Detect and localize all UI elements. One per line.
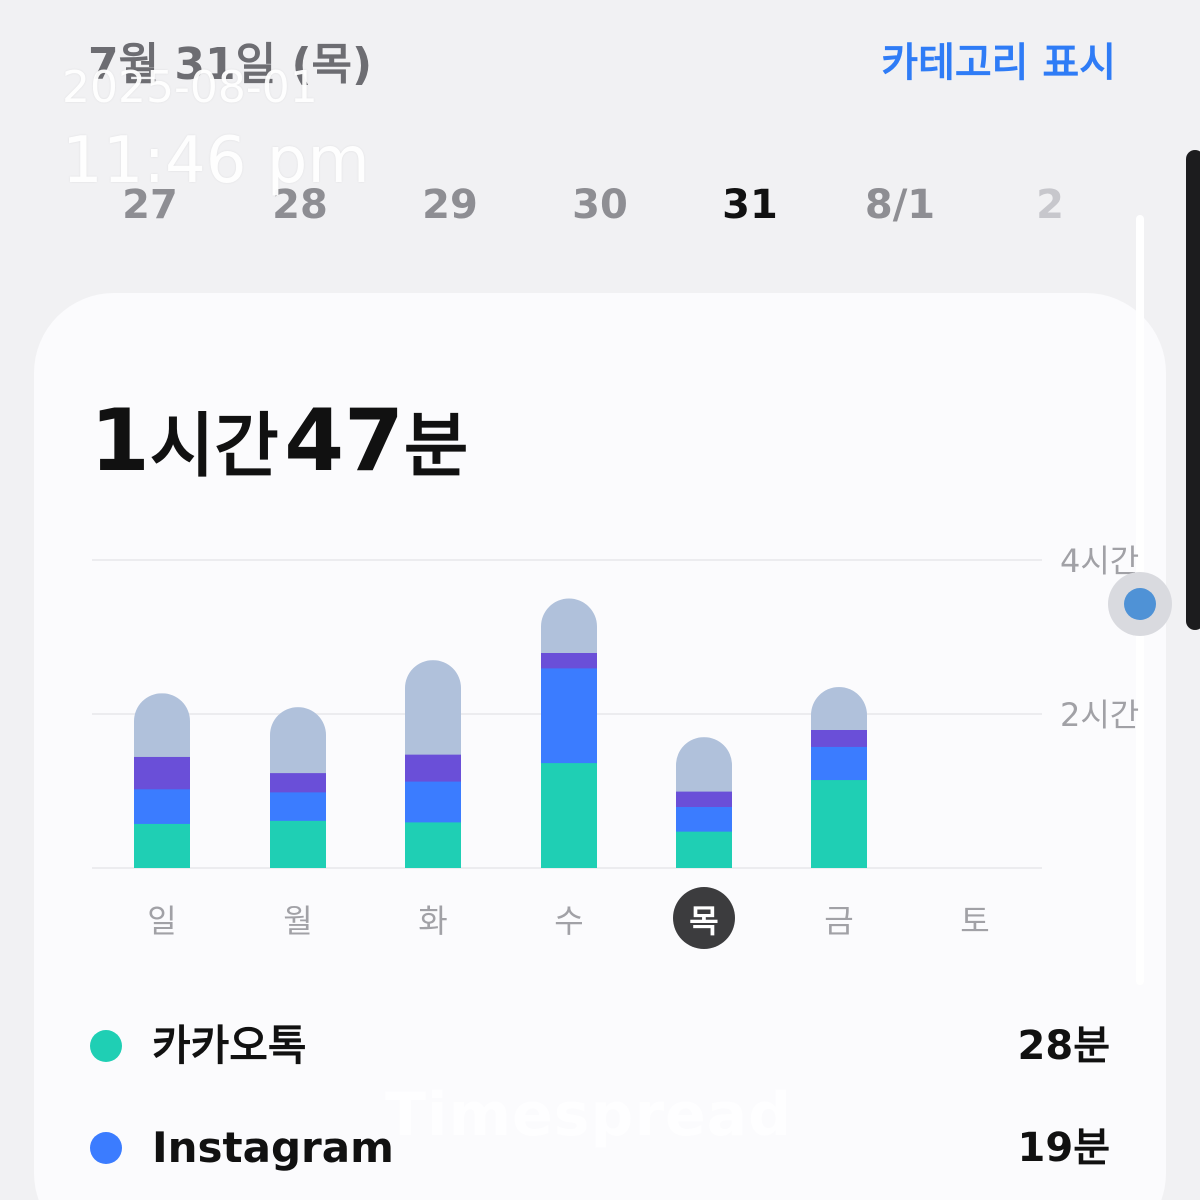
bar-segment — [134, 788, 190, 824]
bar-stack[interactable] — [811, 687, 867, 869]
bar-segment — [270, 791, 326, 821]
bar-segment — [270, 820, 326, 868]
bar-stack[interactable] — [270, 707, 326, 869]
bar-segment — [676, 737, 732, 792]
x-tick-label[interactable]: 일 — [147, 902, 176, 940]
bar-segment — [676, 806, 732, 832]
bar-segment — [405, 780, 461, 823]
bar-segment — [676, 831, 732, 868]
bar-stack[interactable] — [676, 737, 732, 869]
legend-item[interactable]: 카카오톡 28분 — [90, 1016, 1110, 1076]
bar-segment — [541, 762, 597, 868]
legend-app-time: 19분 — [1017, 1125, 1110, 1171]
instagram-color-dot — [90, 1132, 122, 1164]
bar-segment — [541, 652, 597, 669]
x-tick-label[interactable]: 화 — [418, 902, 447, 940]
x-tick-label[interactable]: 월 — [283, 902, 312, 940]
bar-segment — [270, 772, 326, 793]
bar-segment — [134, 823, 190, 868]
brand-watermark: Timespread — [385, 1080, 793, 1150]
x-tick-label[interactable]: 토 — [960, 902, 989, 940]
legend-app-time: 28분 — [1017, 1023, 1110, 1069]
x-tick-label[interactable]: 금 — [824, 902, 853, 940]
chart-scroll-handle[interactable] — [1108, 572, 1172, 636]
bar-stack[interactable] — [405, 660, 461, 869]
bar-segment — [270, 707, 326, 774]
bar-segment — [811, 746, 867, 781]
handle-knob — [1124, 588, 1156, 620]
bar-stack[interactable] — [134, 693, 190, 868]
screen-time-page: 7월 31일 (목) 카테고리 표시 27 28 29 30 31 8/1 2 … — [0, 0, 1200, 1200]
kakaotalk-color-dot — [90, 1030, 122, 1062]
bar-stack[interactable] — [541, 598, 597, 869]
weekly-usage-chart: 2시간4시간일 월 화 수 목 금 토 — [92, 542, 1139, 949]
bar-segment — [134, 756, 190, 790]
bar-segment — [541, 598, 597, 653]
y-tick-label: 2시간 — [1060, 696, 1139, 734]
bar-segment — [811, 687, 867, 730]
bar-segment — [811, 729, 867, 747]
bar-segment — [405, 754, 461, 782]
x-tick-label[interactable]: 목 — [689, 902, 718, 940]
bar-segment — [811, 779, 867, 868]
x-tick-label[interactable]: 수 — [554, 902, 583, 940]
legend-app-name: Instagram — [152, 1123, 394, 1172]
legend-app-name: 카카오톡 — [152, 1021, 307, 1070]
bar-segment — [405, 660, 461, 755]
bar-segment — [134, 693, 190, 757]
bar-segment — [676, 791, 732, 807]
bar-segment — [541, 667, 597, 764]
bar-segment — [405, 821, 461, 868]
